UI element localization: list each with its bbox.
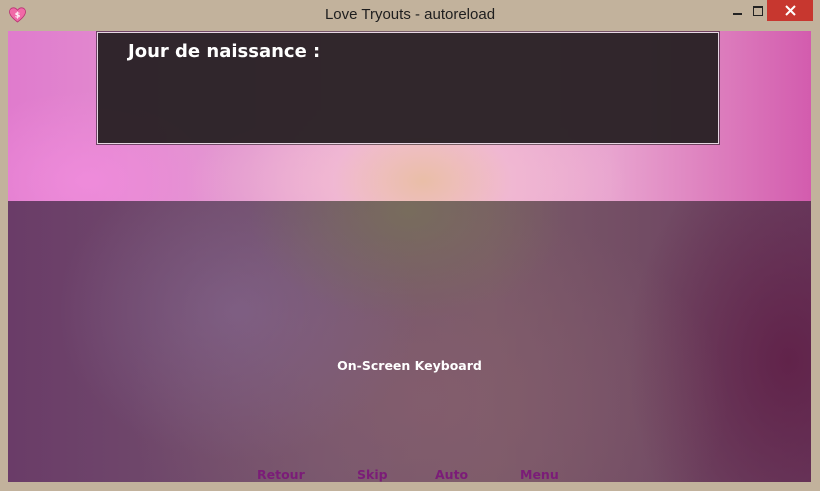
minimize-icon	[733, 13, 742, 15]
quick-menu-skip[interactable]: Skip	[357, 467, 388, 482]
background-bottom	[8, 201, 811, 482]
close-button[interactable]	[767, 0, 813, 21]
input-dialog: Jour de naissance :	[97, 32, 719, 144]
game-viewport[interactable]: Jour de naissance : On-Screen Keyboard R…	[8, 31, 811, 482]
prompt-label: Jour de naissance :	[128, 41, 321, 62]
title-bar[interactable]: $ Love Tryouts - autoreload	[0, 0, 820, 31]
close-icon	[784, 5, 796, 16]
quick-menu-menu[interactable]: Menu	[520, 467, 559, 482]
quick-menu-back[interactable]: Retour	[257, 467, 305, 482]
window-title: Love Tryouts - autoreload	[324, 6, 496, 23]
maximize-icon	[752, 5, 763, 16]
app-window: $ Love Tryouts - autoreload Jour de nais…	[0, 0, 820, 491]
on-screen-keyboard-button[interactable]: On-Screen Keyboard	[8, 358, 811, 373]
quick-menu-auto[interactable]: Auto	[435, 467, 468, 482]
